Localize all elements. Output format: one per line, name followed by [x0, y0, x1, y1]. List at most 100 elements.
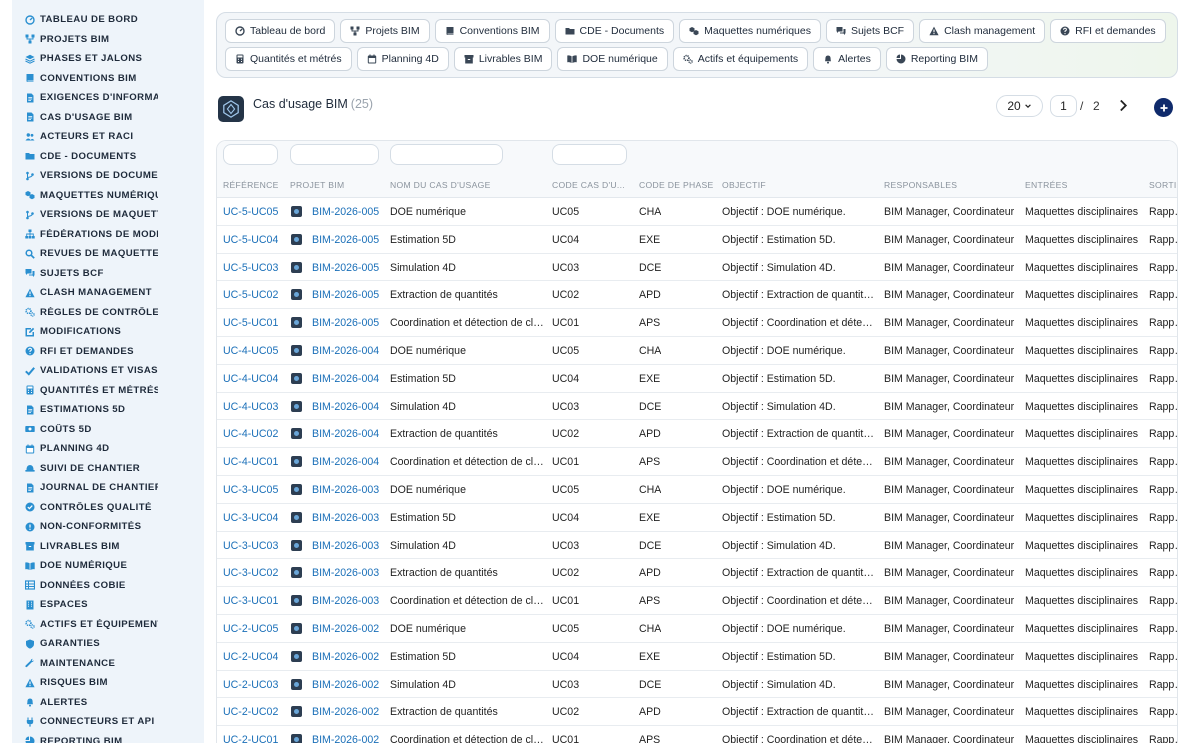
sidebar-item-versions-de-documen[interactable]: VERSIONS DE DOCUMEN — [12, 166, 204, 186]
current-page-input[interactable]: 1 — [1050, 95, 1077, 117]
column-header[interactable]: OBJECTIF — [722, 180, 766, 190]
sidebar-item-projets-bim[interactable]: PROJETS BIM — [12, 30, 204, 50]
sidebar-item-doe-num-rique[interactable]: DOE NUMÉRIQUE — [12, 556, 204, 576]
table-row[interactable]: UC-3-UC05 BIM-2026-003 DOE numérique UC05 CH… — [217, 476, 1177, 504]
per-page-select[interactable]: 20 — [996, 95, 1043, 117]
project-link[interactable]: BIM-2026-005 — [312, 234, 379, 246]
project-link[interactable]: BIM-2026-003 — [312, 567, 379, 579]
filter-projet-input[interactable] — [290, 144, 379, 165]
add-button[interactable] — [1154, 98, 1173, 117]
sidebar-item-livrables-bim[interactable]: LIVRABLES BIM — [12, 537, 204, 557]
sidebar-item-phases-et-jalons[interactable]: PHASES ET JALONS — [12, 49, 204, 69]
column-header[interactable]: CODE DE PHASE — [639, 180, 714, 190]
table-row[interactable]: UC-4-UC03 BIM-2026-004 Simulation 4D UC03 DC… — [217, 393, 1177, 421]
reference-link[interactable]: UC-3-UC03 — [223, 540, 278, 552]
toolbar-button-livrables-bim[interactable]: Livrables BIM — [453, 47, 553, 71]
toolbar-button-rfi-et-demandes[interactable]: RFI et demandes — [1050, 19, 1166, 43]
project-link[interactable]: BIM-2026-003 — [312, 540, 379, 552]
column-header[interactable]: PROJET BIM — [290, 180, 344, 190]
reference-link[interactable]: UC-3-UC04 — [223, 512, 278, 524]
sidebar-item-journal-de-chantier[interactable]: JOURNAL DE CHANTIER — [12, 478, 204, 498]
project-link[interactable]: BIM-2026-002 — [312, 623, 379, 635]
table-row[interactable]: UC-4-UC04 BIM-2026-004 Estimation 5D UC04 EX… — [217, 365, 1177, 393]
table-row[interactable]: UC-5-UC04 BIM-2026-005 Estimation 5D UC04 EX… — [217, 226, 1177, 254]
sidebar-item-cas-d-usage-bim[interactable]: CAS D'USAGE BIM — [12, 108, 204, 128]
sidebar-item-sujets-bcf[interactable]: SUJETS BCF — [12, 264, 204, 284]
table-row[interactable]: UC-3-UC01 BIM-2026-003 Coordination et dét… — [217, 587, 1177, 615]
reference-link[interactable]: UC-4-UC02 — [223, 428, 278, 440]
reference-link[interactable]: UC-4-UC01 — [223, 456, 278, 468]
sidebar-item-espaces[interactable]: ESPACES — [12, 595, 204, 615]
sidebar-item-connecteurs-et-api[interactable]: CONNECTEURS ET API — [12, 712, 204, 732]
filter-reference-input[interactable] — [223, 144, 278, 165]
sidebar-item-risques-bim[interactable]: RISQUES BIM — [12, 673, 204, 693]
project-link[interactable]: BIM-2026-004 — [312, 373, 379, 385]
project-link[interactable]: BIM-2026-005 — [312, 206, 379, 218]
toolbar-button-reporting-bim[interactable]: Reporting BIM — [885, 47, 988, 71]
reference-link[interactable]: UC-2-UC02 — [223, 706, 278, 718]
reference-link[interactable]: UC-5-UC02 — [223, 289, 278, 301]
sidebar-item-r-gles-de-contr-le[interactable]: RÈGLES DE CONTRÔLE — [12, 303, 204, 323]
reference-link[interactable]: UC-5-UC01 — [223, 317, 278, 329]
sidebar-item-conventions-bim[interactable]: CONVENTIONS BIM — [12, 69, 204, 89]
sidebar-item-actifs-et-quipements[interactable]: ACTIFS ET ÉQUIPEMENTS — [12, 615, 204, 635]
project-link[interactable]: BIM-2026-003 — [312, 595, 379, 607]
toolbar-button-conventions-bim[interactable]: Conventions BIM — [434, 19, 550, 43]
column-header[interactable]: NOM DU CAS D'USAGE — [390, 180, 491, 190]
table-row[interactable]: UC-5-UC03 BIM-2026-005 Simulation 4D UC03 DC… — [217, 254, 1177, 282]
sidebar-item-planning-4d[interactable]: PLANNING 4D — [12, 439, 204, 459]
reference-link[interactable]: UC-3-UC05 — [223, 484, 278, 496]
sidebar-item-estimations-5d[interactable]: ESTIMATIONS 5D — [12, 400, 204, 420]
column-header[interactable]: CODE CAS D'U... — [552, 180, 625, 190]
sidebar-item-modifications[interactable]: MODIFICATIONS — [12, 322, 204, 342]
reference-link[interactable]: UC-3-UC02 — [223, 567, 278, 579]
reference-link[interactable]: UC-2-UC05 — [223, 623, 278, 635]
reference-link[interactable]: UC-5-UC04 — [223, 234, 278, 246]
project-link[interactable]: BIM-2026-004 — [312, 401, 379, 413]
reference-link[interactable]: UC-3-UC01 — [223, 595, 278, 607]
reference-link[interactable]: UC-2-UC01 — [223, 734, 278, 743]
toolbar-button-maquettes-num-riques[interactable]: Maquettes numériques — [679, 19, 821, 43]
reference-link[interactable]: UC-2-UC03 — [223, 679, 278, 691]
toolbar-button-alertes[interactable]: Alertes — [813, 47, 881, 71]
project-link[interactable]: BIM-2026-003 — [312, 512, 379, 524]
sidebar-item-acteurs-et-raci[interactable]: ACTEURS ET RACI — [12, 127, 204, 147]
sidebar-item-maintenance[interactable]: MAINTENANCE — [12, 654, 204, 674]
table-row[interactable]: UC-2-UC04 BIM-2026-002 Estimation 5D UC04 EX… — [217, 643, 1177, 671]
table-row[interactable]: UC-4-UC05 BIM-2026-004 DOE numérique UC05 CH… — [217, 337, 1177, 365]
sidebar-item-validations-et-visas[interactable]: VALIDATIONS ET VISAS — [12, 361, 204, 381]
reference-link[interactable]: UC-4-UC04 — [223, 373, 278, 385]
toolbar-button-cde-documents[interactable]: CDE - Documents — [554, 19, 675, 43]
table-row[interactable]: UC-2-UC02 BIM-2026-002 Extraction de quant… — [217, 698, 1177, 727]
sidebar-item-suivi-de-chantier[interactable]: SUIVI DE CHANTIER — [12, 459, 204, 479]
project-link[interactable]: BIM-2026-003 — [312, 484, 379, 496]
table-row[interactable]: UC-3-UC02 BIM-2026-003 Extraction de quant… — [217, 559, 1177, 588]
toolbar-button-doe-num-rique[interactable]: DOE numérique — [557, 47, 668, 71]
reference-link[interactable]: UC-4-UC05 — [223, 345, 278, 357]
next-page-button[interactable] — [1116, 97, 1130, 113]
table-row[interactable]: UC-3-UC04 BIM-2026-003 Estimation 5D UC04 EX… — [217, 504, 1177, 532]
toolbar-button-actifs-et-quipements[interactable]: Actifs et équipements — [672, 47, 809, 71]
column-header[interactable]: ENTRÉES — [1025, 180, 1068, 190]
table-row[interactable]: UC-5-UC05 BIM-2026-005 DOE numérique UC05 CH… — [217, 198, 1177, 226]
table-row[interactable]: UC-4-UC01 BIM-2026-004 Coordination et dét… — [217, 448, 1177, 476]
project-link[interactable]: BIM-2026-002 — [312, 651, 379, 663]
toolbar-button-sujets-bcf[interactable]: Sujets BCF — [825, 19, 915, 43]
project-link[interactable]: BIM-2026-002 — [312, 679, 379, 691]
toolbar-button-tableau-de-bord[interactable]: Tableau de bord — [225, 19, 336, 43]
sidebar-item-quantit-s-et-m-tr-s[interactable]: QUANTITÉS ET MÉTRÉS — [12, 381, 204, 401]
column-header[interactable]: SORTIES — [1149, 180, 1177, 190]
project-link[interactable]: BIM-2026-005 — [312, 317, 379, 329]
table-row[interactable]: UC-5-UC02 BIM-2026-005 Extraction de quant… — [217, 281, 1177, 310]
sidebar-item-maquettes-num-riqu[interactable]: MAQUETTES NUMÉRIQU — [12, 186, 204, 206]
project-link[interactable]: BIM-2026-004 — [312, 345, 379, 357]
reference-link[interactable]: UC-4-UC03 — [223, 401, 278, 413]
project-link[interactable]: BIM-2026-004 — [312, 456, 379, 468]
sidebar-item-revues-de-maquettes[interactable]: REVUES DE MAQUETTES — [12, 244, 204, 264]
table-row[interactable]: UC-4-UC02 BIM-2026-004 Extraction de quant… — [217, 420, 1177, 449]
sidebar-item-reporting-bim[interactable]: REPORTING BIM — [12, 732, 204, 743]
filter-nom-input[interactable] — [390, 144, 503, 165]
column-header[interactable]: RÉFÉRENCE — [223, 180, 279, 190]
toolbar-button-clash-management[interactable]: Clash management — [919, 19, 1046, 43]
sidebar-item-tableau-de-bord[interactable]: TABLEAU DE BORD — [12, 10, 204, 30]
